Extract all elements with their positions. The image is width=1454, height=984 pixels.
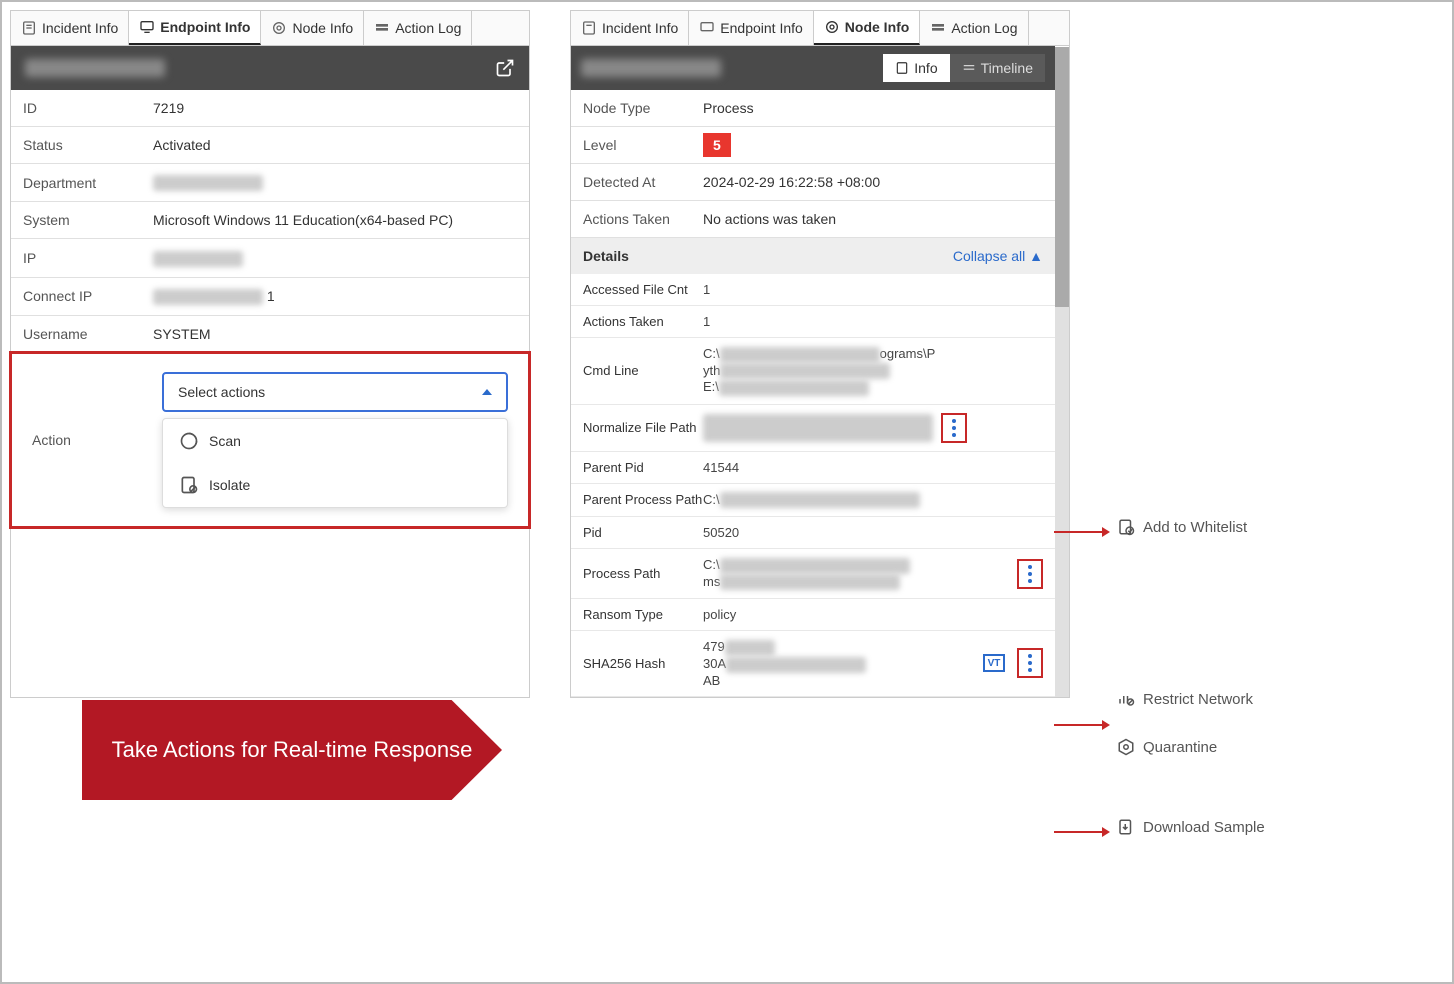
action-section-highlight: Action Select actions Scan Isolate <box>9 351 531 529</box>
tab-endpoint-info-r[interactable]: Endpoint Info <box>689 11 814 45</box>
tab-bar: Incident Info Endpoint Info Node Info Ac… <box>11 11 529 46</box>
kebab-process-path[interactable] <box>1017 559 1043 589</box>
callout-download-sample: Download Sample <box>1117 818 1265 836</box>
detail-parent-process-path: Parent Process PathC:\ <box>571 484 1055 518</box>
details-header: Details Collapse all ▲ <box>571 238 1055 274</box>
detail-ransom-type: Ransom Typepolicy <box>571 599 1055 631</box>
row-id: ID7219 <box>11 90 529 127</box>
detail-actions-taken: Actions Taken1 <box>571 306 1055 338</box>
external-link-icon[interactable] <box>495 58 515 78</box>
tab-bar-right: Incident Info Endpoint Info Node Info Ac… <box>571 11 1069 46</box>
detail-parent-pid: Parent Pid41544 <box>571 452 1055 484</box>
toggle-timeline[interactable]: Timeline <box>950 54 1045 82</box>
tab-node-info-r[interactable]: Node Info <box>814 11 921 45</box>
row-level: Level5 <box>571 127 1055 164</box>
row-department: Department <box>11 164 529 202</box>
detail-cmd-line: Cmd Line C:\ograms\P yth E:\ <box>571 338 1055 405</box>
node-info-panel: Incident Info Endpoint Info Node Info Ac… <box>570 10 1070 698</box>
toggle-info[interactable]: Info <box>883 54 949 82</box>
action-dropdown[interactable]: Select actions <box>162 372 508 412</box>
detail-accessed-file-cnt: Accessed File Cnt1 <box>571 274 1055 306</box>
row-actions-taken: Actions TakenNo actions was taken <box>571 201 1055 238</box>
row-ip: IP <box>11 239 529 277</box>
scan-icon <box>179 431 199 451</box>
menu-item-isolate[interactable]: Isolate <box>163 463 507 507</box>
action-dropdown-menu: Scan Isolate <box>162 418 508 508</box>
row-action: Action Select actions Scan Isolate <box>20 362 520 518</box>
network-restrict-icon <box>1117 690 1135 708</box>
collapse-all-link[interactable]: Collapse all ▲ <box>953 248 1043 264</box>
menu-item-scan[interactable]: Scan <box>163 419 507 463</box>
detail-sha256-hash: SHA256 Hash47930AABVT <box>571 631 1055 696</box>
virustotal-icon[interactable]: VT <box>983 654 1005 672</box>
download-icon <box>1117 818 1135 836</box>
callout-restrict-network: Restrict Network <box>1117 690 1253 708</box>
node-name-redacted <box>581 59 721 77</box>
kebab-sha256[interactable] <box>1017 648 1043 678</box>
kebab-normalize-path[interactable] <box>941 413 967 443</box>
level-badge: 5 <box>703 133 731 157</box>
scrollbar[interactable] <box>1055 47 1069 697</box>
detail-pid: Pid50520 <box>571 517 1055 549</box>
tab-node-info[interactable]: Node Info <box>261 11 364 45</box>
quarantine-icon <box>1117 738 1135 756</box>
callout-add-whitelist: Add to Whitelist <box>1117 518 1247 536</box>
tab-incident-info[interactable]: Incident Info <box>11 11 129 45</box>
tab-action-log-r[interactable]: Action Log <box>920 11 1028 45</box>
row-system: SystemMicrosoft Windows 11 Education(x64… <box>11 202 529 239</box>
row-detected-at: Detected At2024-02-29 16:22:58 +08:00 <box>571 164 1055 201</box>
row-username: UsernameSYSTEM <box>11 316 529 353</box>
row-connect-ip: Connect IP 1 <box>11 278 529 316</box>
endpoint-info-panel: Incident Info Endpoint Info Node Info Ac… <box>10 10 530 698</box>
tab-endpoint-info[interactable]: Endpoint Info <box>129 11 261 45</box>
node-header: Info Timeline <box>571 46 1055 90</box>
tab-action-log[interactable]: Action Log <box>364 11 472 45</box>
endpoint-name-redacted <box>25 59 165 77</box>
row-status: StatusActivated <box>11 127 529 164</box>
whitelist-icon <box>1117 518 1135 536</box>
tab-incident-info-r[interactable]: Incident Info <box>571 11 689 45</box>
detail-normalize-file-path: Normalize File Path <box>571 405 1055 452</box>
chevron-up-icon <box>482 389 492 395</box>
detail-process-path: Process PathC:\ms <box>571 549 1055 599</box>
row-node-type: Node TypeProcess <box>571 90 1055 127</box>
scrollbar-thumb[interactable] <box>1055 47 1069 307</box>
banner-take-actions: Take Actions for Real-time Response <box>82 700 502 800</box>
isolate-icon <box>179 475 199 495</box>
callout-quarantine: Quarantine <box>1117 738 1217 756</box>
endpoint-header <box>11 46 529 90</box>
